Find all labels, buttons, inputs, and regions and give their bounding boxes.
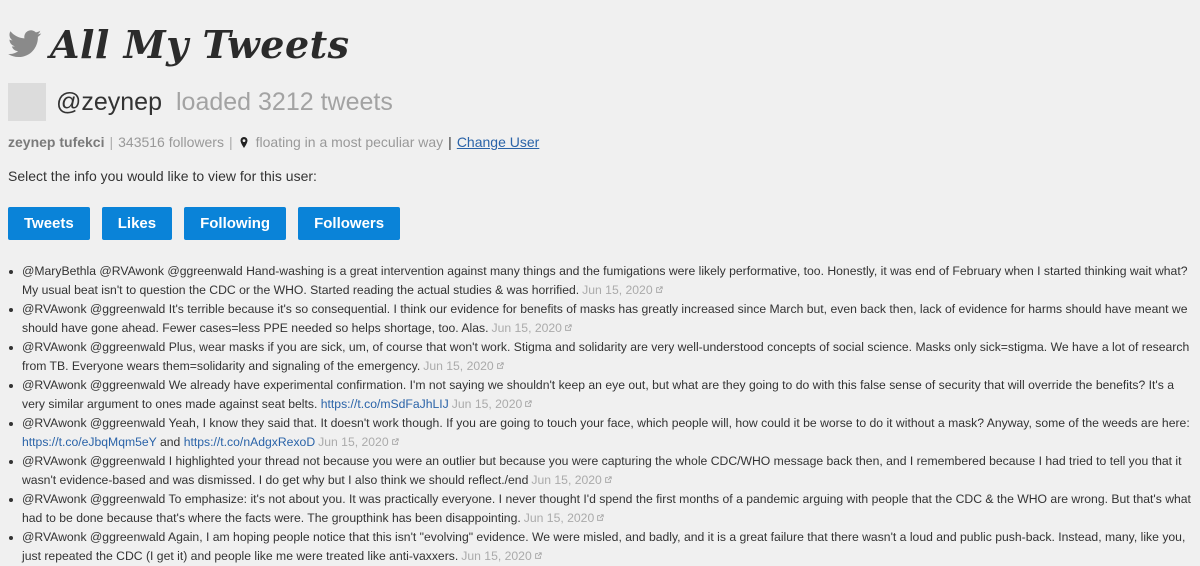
tweet-date-link[interactable]: Jun 15, 2020: [318, 435, 388, 449]
external-link-icon[interactable]: [564, 324, 572, 332]
app-title: All My Tweets: [50, 21, 350, 67]
tweet-item: @MaryBethla @RVAwonk @ggreenwald Hand-wa…: [9, 262, 1194, 300]
user-name: zeynep tufekci: [8, 134, 105, 150]
tweet-date-link[interactable]: Jun 15, 2020: [461, 549, 531, 563]
tweet-link[interactable]: https://t.co/eJbqMqm5eY: [22, 435, 157, 449]
separator: |: [228, 134, 233, 150]
tweet-date-link[interactable]: Jun 15, 2020: [524, 511, 594, 525]
followers-button[interactable]: Followers: [298, 207, 401, 240]
user-handle: @zeynep: [56, 87, 162, 116]
tweet-item: @RVAwonk @ggreenwald Again, I am hoping …: [9, 528, 1194, 566]
twitter-bird-icon: [8, 30, 42, 58]
tweet-item: @RVAwonk @ggreenwald It's terrible becau…: [9, 300, 1194, 338]
app-header: All My Tweets: [8, 16, 350, 72]
following-button[interactable]: Following: [184, 207, 287, 240]
view-buttons: Tweets Likes Following Followers: [8, 207, 412, 240]
tweet-date-link[interactable]: Jun 15, 2020: [423, 359, 493, 373]
tweet-text: @RVAwonk @ggreenwald To emphasize: it's …: [22, 492, 1191, 525]
tweets-button[interactable]: Tweets: [8, 207, 90, 240]
user-meta: zeynep tufekci | 343516 followers | floa…: [8, 134, 539, 150]
tweet-date-link[interactable]: Jun 15, 2020: [452, 397, 522, 411]
tweet-text: @RVAwonk @ggreenwald It's terrible becau…: [22, 302, 1188, 335]
tweet-text: @RVAwonk @ggreenwald Plus, wear masks if…: [22, 340, 1190, 373]
followers-count: 343516 followers: [118, 134, 224, 150]
tweet-link[interactable]: https://t.co/mSdFaJhLIJ: [321, 397, 449, 411]
separator: |: [109, 134, 114, 150]
external-link-icon[interactable]: [524, 400, 532, 408]
external-link-icon[interactable]: [604, 476, 612, 484]
tweet-item: @RVAwonk @ggreenwald Yeah, I know they s…: [9, 414, 1194, 452]
likes-button[interactable]: Likes: [101, 207, 173, 240]
tweet-text: @RVAwonk @ggreenwald Yeah, I know they s…: [22, 416, 1190, 430]
external-link-icon[interactable]: [655, 286, 663, 294]
separator: |: [448, 134, 452, 150]
tweet-count: loaded 3212 tweets: [176, 87, 393, 116]
tweet-item: @RVAwonk @ggreenwald Plus, wear masks if…: [9, 338, 1194, 376]
tweet-date-link[interactable]: Jun 15, 2020: [531, 473, 601, 487]
tweet-date-link[interactable]: Jun 15, 2020: [491, 321, 561, 335]
user-location: floating in a most peculiar way: [255, 134, 444, 150]
view-prompt: Select the info you would like to view f…: [8, 168, 317, 184]
external-link-icon[interactable]: [534, 552, 542, 560]
avatar: [8, 83, 46, 121]
tweet-date-link[interactable]: Jun 15, 2020: [582, 283, 652, 297]
user-row: @zeynep loaded 3212 tweets: [8, 82, 393, 122]
external-link-icon[interactable]: [391, 438, 399, 446]
change-user-link[interactable]: Change User: [457, 134, 540, 150]
tweet-link[interactable]: https://t.co/nAdgxRexoD: [184, 435, 315, 449]
tweet-text: and: [156, 435, 184, 449]
tweet-item: @RVAwonk @ggreenwald We already have exp…: [9, 376, 1194, 414]
external-link-icon[interactable]: [496, 362, 504, 370]
location-pin-icon: [240, 136, 248, 148]
external-link-icon[interactable]: [596, 514, 604, 522]
page: All My Tweets @zeynep loaded 3212 tweets…: [0, 0, 1200, 566]
tweet-item: @RVAwonk @ggreenwald To emphasize: it's …: [9, 490, 1194, 528]
tweet-text: @RVAwonk @ggreenwald Again, I am hoping …: [22, 530, 1186, 563]
tweet-list: @MaryBethla @RVAwonk @ggreenwald Hand-wa…: [8, 262, 1194, 566]
tweet-item: @RVAwonk @ggreenwald I highlighted your …: [9, 452, 1194, 490]
tweet-text: @RVAwonk @ggreenwald We already have exp…: [22, 378, 1175, 411]
